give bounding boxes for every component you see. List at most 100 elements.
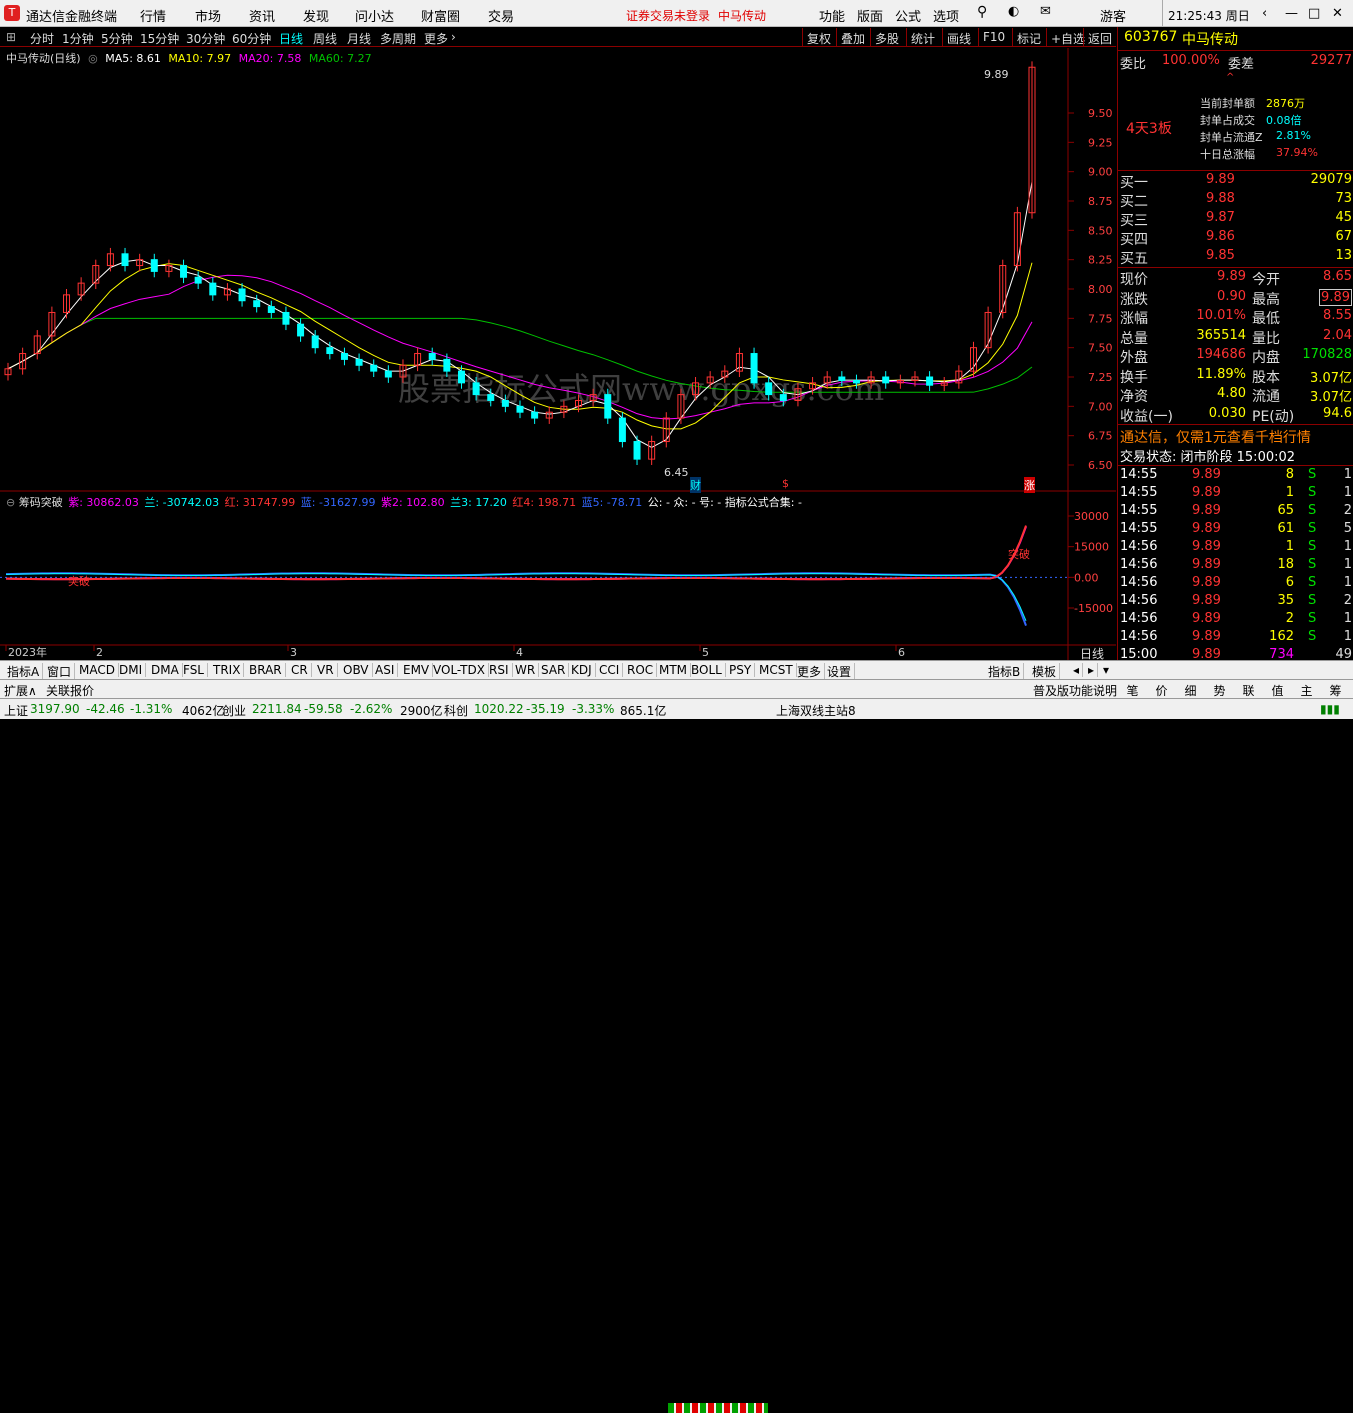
btn-duogu[interactable]: 多股	[870, 28, 903, 46]
kline-chart-svg[interactable]: 股票指标公式网www.gpxgs.com 9.509.259.008.758.5…	[0, 48, 1116, 660]
panel-tab[interactable]: 主	[1292, 682, 1321, 699]
tab-collapse-icon[interactable]: ▾	[1100, 663, 1112, 677]
period-monthly[interactable]: 月线	[347, 30, 371, 47]
toolbar-menu-icon[interactable]: ⊞	[6, 30, 16, 44]
indicator-tab[interactable]: ASI	[372, 663, 399, 677]
finance-marker[interactable]: 财	[690, 477, 701, 493]
period-multi[interactable]: 多周期	[380, 30, 416, 47]
indicator-tab[interactable]: CCI	[596, 663, 624, 677]
menu-hangqing[interactable]: 行情	[140, 6, 166, 25]
menu-shichang[interactable]: 市场	[195, 6, 221, 25]
period-1min[interactable]: 1分钟	[62, 30, 94, 47]
server-station[interactable]: 上海双线主站8	[776, 702, 856, 719]
menu-xuanxiang[interactable]: 选项	[933, 6, 959, 25]
panel-tab[interactable]: 势	[1205, 682, 1234, 699]
panel-tab[interactable]: 价	[1147, 682, 1176, 699]
btn-tongji[interactable]: 统计	[906, 28, 939, 46]
indicator-tab[interactable]: RSI	[486, 663, 513, 677]
indicator-tab[interactable]: 设置	[824, 663, 856, 680]
period-5min[interactable]: 5分钟	[101, 30, 133, 47]
period-daily[interactable]: 日线	[279, 30, 303, 47]
user-icon[interactable]: ◐	[1008, 4, 1019, 19]
indicator-collapse-icon[interactable]: ⊖	[6, 496, 15, 509]
indicator-tab[interactable]: SAR	[538, 663, 570, 677]
period-15min[interactable]: 15分钟	[140, 30, 179, 47]
promo-row[interactable]: 通达信，仅需1元查看千档行情	[1118, 427, 1353, 446]
indicator-name[interactable]: 筹码突破	[19, 496, 63, 509]
indicator-tab[interactable]: PSY	[726, 663, 756, 677]
bid-row[interactable]: 买一 9.89 29079	[1118, 172, 1353, 191]
kline-chart-area[interactable]: 股票指标公式网www.gpxgs.com 9.50 9.25 9.00 8.75 8.5…	[0, 48, 1116, 661]
dividend-marker[interactable]: $	[782, 477, 789, 490]
btn-biaoji[interactable]: 标记	[1012, 28, 1045, 46]
indicator-tab[interactable]: MTM	[656, 663, 692, 677]
bid-row[interactable]: 买二 9.88 73	[1118, 191, 1353, 210]
indicator-tab[interactable]: 更多	[794, 663, 826, 680]
extend-toggle[interactable]: 扩展∧	[4, 682, 37, 699]
menu-jiaoyi[interactable]: 交易	[488, 6, 514, 25]
panel-tab[interactable]: 筹	[1321, 682, 1350, 699]
indicator-tab[interactable]: BOLL	[688, 663, 726, 677]
indicator-tab[interactable]: DMI	[116, 663, 147, 677]
indicator-tab[interactable]: ROC	[624, 663, 658, 677]
bid-row[interactable]: 买四 9.86 67	[1118, 229, 1353, 248]
settings-icon[interactable]: ◎	[88, 52, 98, 65]
indicator-tab[interactable]: CR	[288, 663, 312, 677]
btn-fanhui[interactable]: 返回	[1083, 28, 1116, 46]
indicator-tab[interactable]: OBV	[340, 663, 373, 677]
guest-label[interactable]: 游客	[1100, 6, 1126, 25]
cy-index-name[interactable]: 创业	[222, 702, 246, 719]
menu-wenxiaoda[interactable]: 问小达	[355, 6, 394, 25]
menu-gongneng[interactable]: 功能	[819, 6, 845, 25]
back-icon[interactable]: ‹	[1262, 6, 1267, 21]
period-30min[interactable]: 30分钟	[186, 30, 225, 47]
indicator-tab[interactable]: KDJ	[568, 663, 596, 677]
tab-indicator-b[interactable]: 指标B	[985, 663, 1025, 680]
menu-banmian[interactable]: 版面	[857, 6, 883, 25]
sh-index-name[interactable]: 上证	[4, 702, 28, 719]
chevron-right-icon[interactable]: ›	[451, 30, 456, 44]
indicator-tab[interactable]: VOL-TDX	[430, 663, 489, 677]
tab-template[interactable]: 模板	[1029, 663, 1061, 680]
search-icon[interactable]: ⚲	[977, 4, 987, 20]
kc-index-name[interactable]: 科创	[444, 702, 468, 719]
period-60min[interactable]: 60分钟	[232, 30, 271, 47]
limitup-marker[interactable]: 涨	[1024, 477, 1035, 493]
menu-faxian[interactable]: 发现	[303, 6, 329, 25]
panel-tab[interactable]: 联	[1234, 682, 1263, 699]
feature-guide-link[interactable]: 普及版功能说明	[1033, 682, 1117, 699]
btn-fuquan[interactable]: 复权	[802, 28, 835, 46]
tab-scroll-left-icon[interactable]: ◂	[1070, 663, 1084, 677]
indicator-tab[interactable]: DMA	[148, 663, 183, 677]
btn-diejia[interactable]: 叠加	[836, 28, 869, 46]
minimize-icon[interactable]: —	[1285, 6, 1298, 21]
indicator-tab[interactable]: FSL	[180, 663, 208, 677]
indicator-tab[interactable]: MCST	[756, 663, 797, 677]
collapse-arrow-icon[interactable]: ^	[1226, 72, 1234, 83]
indicator-tab[interactable]: WR	[512, 663, 540, 677]
panel-tab[interactable]: 值	[1263, 682, 1292, 699]
bid-row[interactable]: 买三 9.87 45	[1118, 210, 1353, 229]
login-notice[interactable]: 证券交易未登录	[626, 7, 710, 24]
close-icon[interactable]: ✕	[1332, 6, 1343, 21]
indicator-tab[interactable]: VR	[314, 663, 338, 677]
period-fenshi[interactable]: 分时	[30, 30, 54, 47]
menu-gongshi[interactable]: 公式	[895, 6, 921, 25]
mail-icon[interactable]: ✉	[1040, 4, 1051, 19]
maximize-icon[interactable]: □	[1308, 6, 1320, 21]
indicator-tab[interactable]: EMV	[400, 663, 434, 677]
btn-f10[interactable]: F10	[978, 28, 1009, 46]
panel-tab[interactable]: 笔	[1118, 682, 1147, 699]
indicator-tab[interactable]: BRAR	[246, 663, 286, 677]
indicator-tab[interactable]: TRIX	[210, 663, 245, 677]
indicator-tab[interactable]: 窗口	[44, 663, 76, 680]
bid-row[interactable]: 买五 9.85 13	[1118, 248, 1353, 267]
period-more[interactable]: 更多	[424, 30, 448, 47]
related-quote-tab[interactable]: 关联报价	[46, 682, 94, 699]
btn-huaxian[interactable]: 画线	[942, 28, 975, 46]
menu-zixun[interactable]: 资讯	[249, 6, 275, 25]
indicator-tab[interactable]: MACD	[76, 663, 119, 677]
promo-text[interactable]: 通达信，仅需1元查看千档行情	[1120, 427, 1311, 447]
indicator-tab[interactable]: 指标A	[4, 663, 44, 680]
panel-tab[interactable]: 细	[1176, 682, 1205, 699]
